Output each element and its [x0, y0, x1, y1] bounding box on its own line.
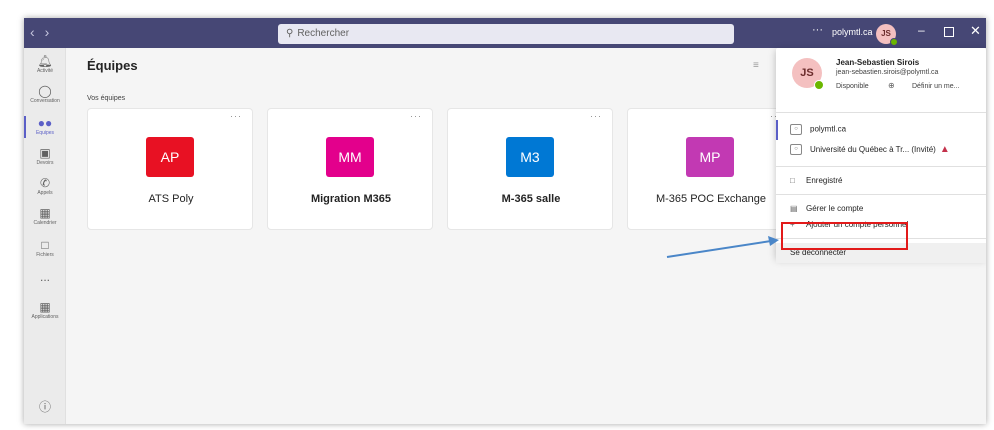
team-name: M-365 POC Exchange [655, 193, 767, 205]
account-email: jean-sebastien.sirois@polymtl.ca [836, 69, 939, 76]
team-name: Migration M365 [310, 193, 392, 205]
file-icon: □ [41, 238, 49, 252]
bookmark-icon: □ [790, 176, 795, 185]
calendar-icon: ▦ [39, 206, 51, 220]
ellipsis-icon[interactable]: ··· [812, 24, 823, 36]
saved-item[interactable]: □ Enregistré [790, 176, 842, 185]
apps-icon: ▦ [39, 300, 51, 314]
team-more-options-icon[interactable]: ··· [410, 111, 422, 121]
manage-account-item[interactable]: ▤ Gérer le compte [790, 204, 863, 213]
maximize-icon[interactable] [944, 27, 954, 37]
team-more-options-icon[interactable]: ··· [230, 111, 242, 121]
forward-arrow-icon[interactable]: › [45, 24, 60, 40]
team-name: M-365 salle [501, 193, 561, 205]
search-icon: ⚲ [286, 28, 294, 39]
team-avatar: MP [686, 137, 734, 177]
active-org-indicator [776, 120, 778, 140]
presence-available-icon [890, 38, 898, 46]
set-status-message[interactable]: Définir un me... [912, 83, 959, 90]
rail-item-assignments[interactable]: ▣ Devoirs [24, 146, 66, 167]
avatar-initials: JS [881, 29, 891, 38]
bell-icon: 🔔︎ [37, 54, 53, 68]
help-button[interactable]: ⓘ [24, 400, 66, 414]
team-avatar: AP [146, 137, 194, 177]
chat-icon: ◯ [38, 84, 52, 98]
team-avatar: M3 [506, 137, 554, 177]
search-input[interactable]: ⚲ Rechercher [278, 24, 734, 44]
app-rail: 🔔︎ Activité ◯ Conversation ●● Équipes ▣ … [24, 48, 66, 424]
id-card-icon: ▤ [790, 204, 798, 213]
divider [776, 166, 986, 167]
rail-item-teams[interactable]: ●● Équipes [24, 116, 66, 138]
help-icon: ⓘ [38, 400, 51, 414]
team-card[interactable]: ··· AP ATS Poly [87, 108, 253, 230]
profile-avatar-button[interactable]: JS [876, 24, 898, 46]
filter-icon[interactable]: ≡ [753, 60, 759, 71]
account-name: Jean-Sebastien Sirois [836, 58, 920, 67]
close-icon[interactable]: ✕ [970, 23, 981, 39]
section-label: Vos équipes [87, 95, 126, 102]
sign-out-highlight-box [781, 222, 908, 250]
phone-icon: ✆ [39, 176, 51, 190]
nav-arrows[interactable]: ‹› [30, 24, 59, 40]
organization-icon: ○ [790, 144, 802, 156]
rail-item-more[interactable]: ... [24, 270, 66, 284]
title-bar: ‹› ⚲ Rechercher ··· polymtl.ca JS – ✕ [24, 18, 986, 48]
teams-icon: ●● [37, 116, 53, 130]
minimize-icon[interactable]: – [918, 23, 925, 37]
rail-item-calendar[interactable]: ▦ Calendrier [24, 206, 66, 227]
org-item-polymtl[interactable]: ○ polymtl.ca [790, 124, 846, 135]
divider [776, 112, 986, 113]
teams-window: ‹› ⚲ Rechercher ··· polymtl.ca JS – ✕ 🔔︎ … [24, 18, 986, 424]
team-name: ATS Poly [148, 193, 194, 205]
annotation-arrow-icon [666, 236, 779, 258]
rail-item-apps[interactable]: ▦ Applications [24, 300, 66, 321]
rail-item-activity[interactable]: 🔔︎ Activité [24, 54, 66, 75]
status-message-icon: ⊕ [888, 81, 895, 90]
divider [776, 194, 986, 195]
rail-item-conversation[interactable]: ◯ Conversation [24, 84, 66, 105]
team-card[interactable]: ··· MM Migration M365 [267, 108, 433, 230]
assignments-icon: ▣ [39, 146, 51, 160]
team-avatar: MM [326, 137, 374, 177]
warning-icon: ▲ [939, 144, 950, 155]
search-placeholder: Rechercher [297, 28, 350, 39]
page-title: Équipes [87, 58, 138, 73]
team-card[interactable]: ··· MP M-365 POC Exchange [627, 108, 793, 230]
org-name: polymtl.ca [832, 27, 873, 37]
org-item-uqtr[interactable]: ○ Université du Québec à Tr... (Invité) ▲ [790, 144, 950, 156]
presence-available-icon [814, 80, 824, 90]
presence-status[interactable]: Disponible [836, 83, 869, 90]
account-avatar: JS [792, 58, 824, 90]
rail-item-calls[interactable]: ✆ Appels [24, 176, 66, 197]
rail-item-files[interactable]: □ Fichiers [24, 238, 66, 259]
team-card[interactable]: ··· M3 M-365 salle [447, 108, 613, 230]
more-icon: ... [39, 270, 50, 284]
back-arrow-icon[interactable]: ‹ [30, 24, 45, 40]
team-more-options-icon[interactable]: ··· [590, 111, 602, 121]
organization-icon: ○ [790, 124, 802, 135]
